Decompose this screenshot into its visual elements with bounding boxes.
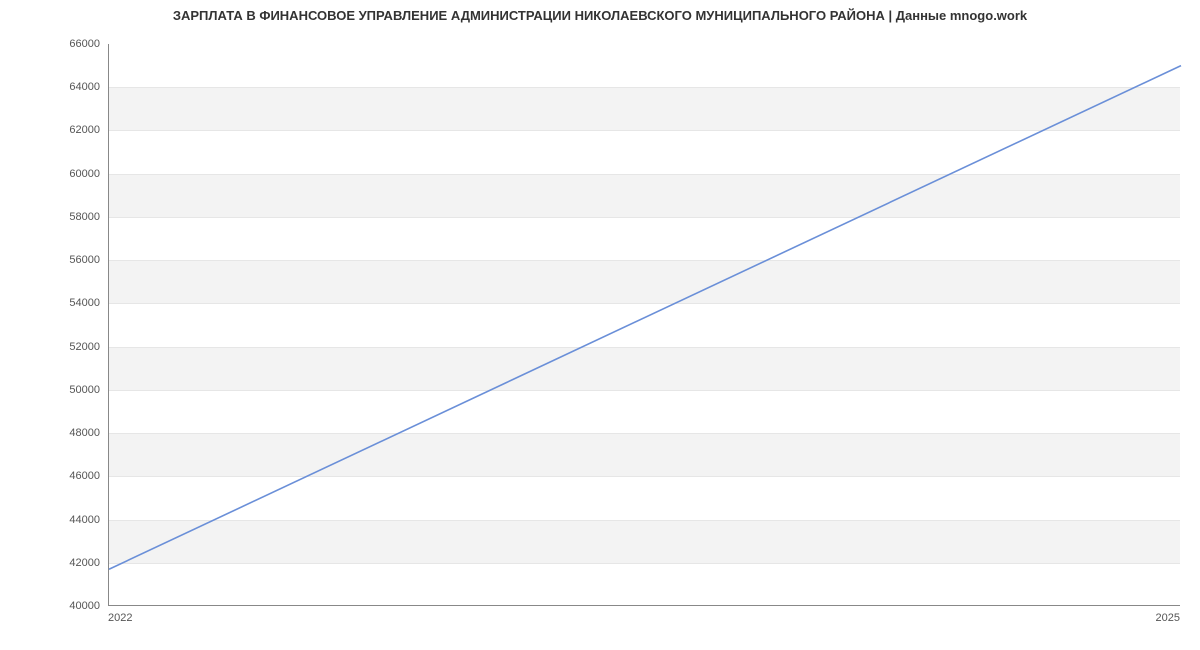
y-tick-label: 44000 — [60, 514, 100, 526]
series-line — [109, 66, 1181, 570]
y-tick-label: 56000 — [60, 254, 100, 266]
y-tick-label: 52000 — [60, 341, 100, 353]
y-tick-label: 58000 — [60, 211, 100, 223]
y-tick-label: 64000 — [60, 81, 100, 93]
y-tick-label: 46000 — [60, 470, 100, 482]
line-series — [109, 44, 1181, 606]
y-tick-label: 60000 — [60, 168, 100, 180]
y-tick-label: 48000 — [60, 427, 100, 439]
x-tick-label: 2025 — [1156, 612, 1180, 624]
chart-title: ЗАРПЛАТА В ФИНАНСОВОЕ УПРАВЛЕНИЕ АДМИНИС… — [0, 8, 1200, 23]
y-tick-label: 50000 — [60, 384, 100, 396]
y-tick-label: 42000 — [60, 557, 100, 569]
plot-area — [108, 44, 1180, 606]
y-tick-label: 54000 — [60, 297, 100, 309]
y-tick-label: 40000 — [60, 600, 100, 612]
x-tick-label: 2022 — [108, 612, 132, 624]
y-tick-label: 62000 — [60, 124, 100, 136]
chart-container: ЗАРПЛАТА В ФИНАНСОВОЕ УПРАВЛЕНИЕ АДМИНИС… — [0, 0, 1200, 650]
y-tick-label: 66000 — [60, 38, 100, 50]
